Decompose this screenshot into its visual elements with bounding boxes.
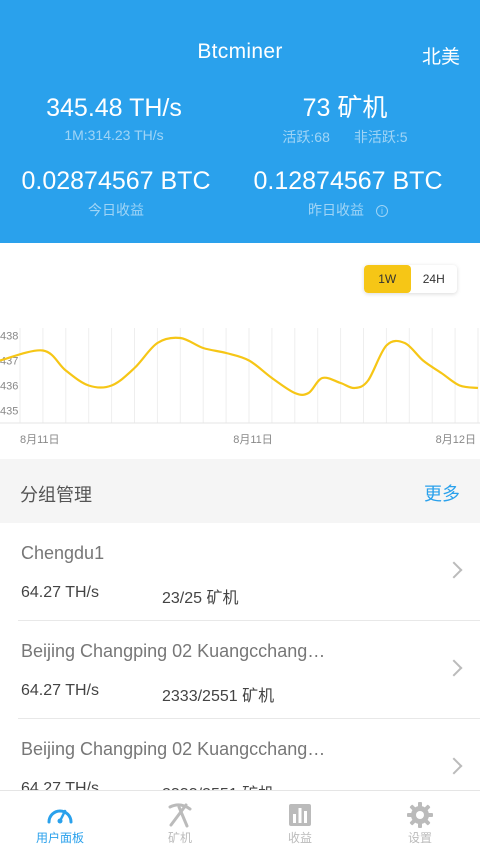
x-tick-label: 8月11日 xyxy=(233,434,273,446)
yesterday-income: 0.12874567 BTC xyxy=(253,167,443,195)
tab-label: 收益 xyxy=(287,831,312,845)
group-name: Chengdu1 xyxy=(21,543,105,563)
yesterday-income-row: 昨日收益 i xyxy=(240,200,456,220)
hashrate-value: 345.48 TH/s xyxy=(46,94,182,122)
tab-dashboard[interactable]: 用户面板 xyxy=(0,791,120,853)
today-income-stat: 0.02874567 BTC 今日收益 xyxy=(0,166,232,220)
group-hashrate: 64.27 TH/s xyxy=(21,584,99,601)
region-selector[interactable]: 北美 xyxy=(422,42,460,69)
y-tick-label: 435 xyxy=(0,406,18,418)
info-icon[interactable]: i xyxy=(376,205,388,217)
group-row[interactable]: Beijing Changping 02 Kuangcchang… 64.27 … xyxy=(0,621,480,719)
group-name: Beijing Changping 02 Kuangcchang… xyxy=(21,641,326,661)
tab-label: 矿机 xyxy=(167,831,192,845)
pickaxe-icon xyxy=(168,803,192,828)
active-count: 活跃:68 xyxy=(282,129,330,145)
dashboard-header: Btcminer 北美 345.48 TH/s 1M:314.23 TH/s 7… xyxy=(0,0,480,243)
more-link[interactable]: 更多 xyxy=(424,480,460,506)
bar-chart-icon xyxy=(289,804,311,826)
miners-count: 73 矿机 xyxy=(302,94,388,122)
app-title: Btcminer xyxy=(197,40,283,63)
range-24h-button[interactable]: 24H xyxy=(411,265,458,293)
today-income-label: 今日收益 xyxy=(88,202,144,218)
chevron-right-icon xyxy=(445,659,463,677)
miners-stat: 73 矿机 活跃:68 非活跃:5 xyxy=(240,93,450,147)
tab-label: 用户面板 xyxy=(35,831,84,845)
yesterday-income-stat: 0.12874567 BTC 昨日收益 i xyxy=(240,166,456,220)
group-miner-count: 2333/2551 矿机 xyxy=(162,688,275,705)
hashrate-series-line xyxy=(0,336,479,396)
group-name: Beijing Changping 02 Kuangcchang… xyxy=(21,739,326,759)
group-row[interactable]: Chengdu1 64.27 TH/s 23/25 矿机 xyxy=(0,523,480,621)
hashrate-chart: 438437436435 8月11日 8月11日 8月12日 xyxy=(0,328,480,446)
chart-range-toggle: 1W 24H xyxy=(364,265,457,293)
y-tick-label: 438 xyxy=(0,331,18,343)
range-1w-button[interactable]: 1W xyxy=(364,265,411,293)
chevron-right-icon xyxy=(445,561,463,579)
gear-icon xyxy=(407,802,433,828)
inactive-count: 非活跃:5 xyxy=(353,129,408,145)
group-management-header: 分组管理 更多 xyxy=(0,459,480,523)
chevron-right-icon xyxy=(445,757,463,775)
miners-activity: 活跃:68 非活跃:5 xyxy=(240,127,450,147)
group-hashrate: 64.27 TH/s xyxy=(21,682,99,699)
tab-settings[interactable]: 设置 xyxy=(360,791,480,853)
today-income: 0.02874567 BTC xyxy=(21,167,211,195)
yesterday-income-label: 昨日收益 xyxy=(308,202,364,218)
group-miner-count: 23/25 矿机 xyxy=(162,590,239,607)
section-title: 分组管理 xyxy=(20,485,92,505)
tab-miners[interactable]: 矿机 xyxy=(120,791,240,853)
tab-label: 设置 xyxy=(407,831,432,845)
x-tick-label: 8月12日 xyxy=(436,434,476,446)
hashrate-stat: 345.48 TH/s 1M:314.23 TH/s xyxy=(0,93,228,143)
x-tick-label: 8月11日 xyxy=(20,434,60,446)
tab-income[interactable]: 收益 xyxy=(240,791,360,853)
dashboard-icon xyxy=(47,809,73,824)
y-tick-label: 436 xyxy=(0,381,18,393)
bottom-tab-bar: 用户面板 矿机 收益 设置 xyxy=(0,790,480,853)
hashrate-1m: 1M:314.23 TH/s xyxy=(64,127,164,143)
